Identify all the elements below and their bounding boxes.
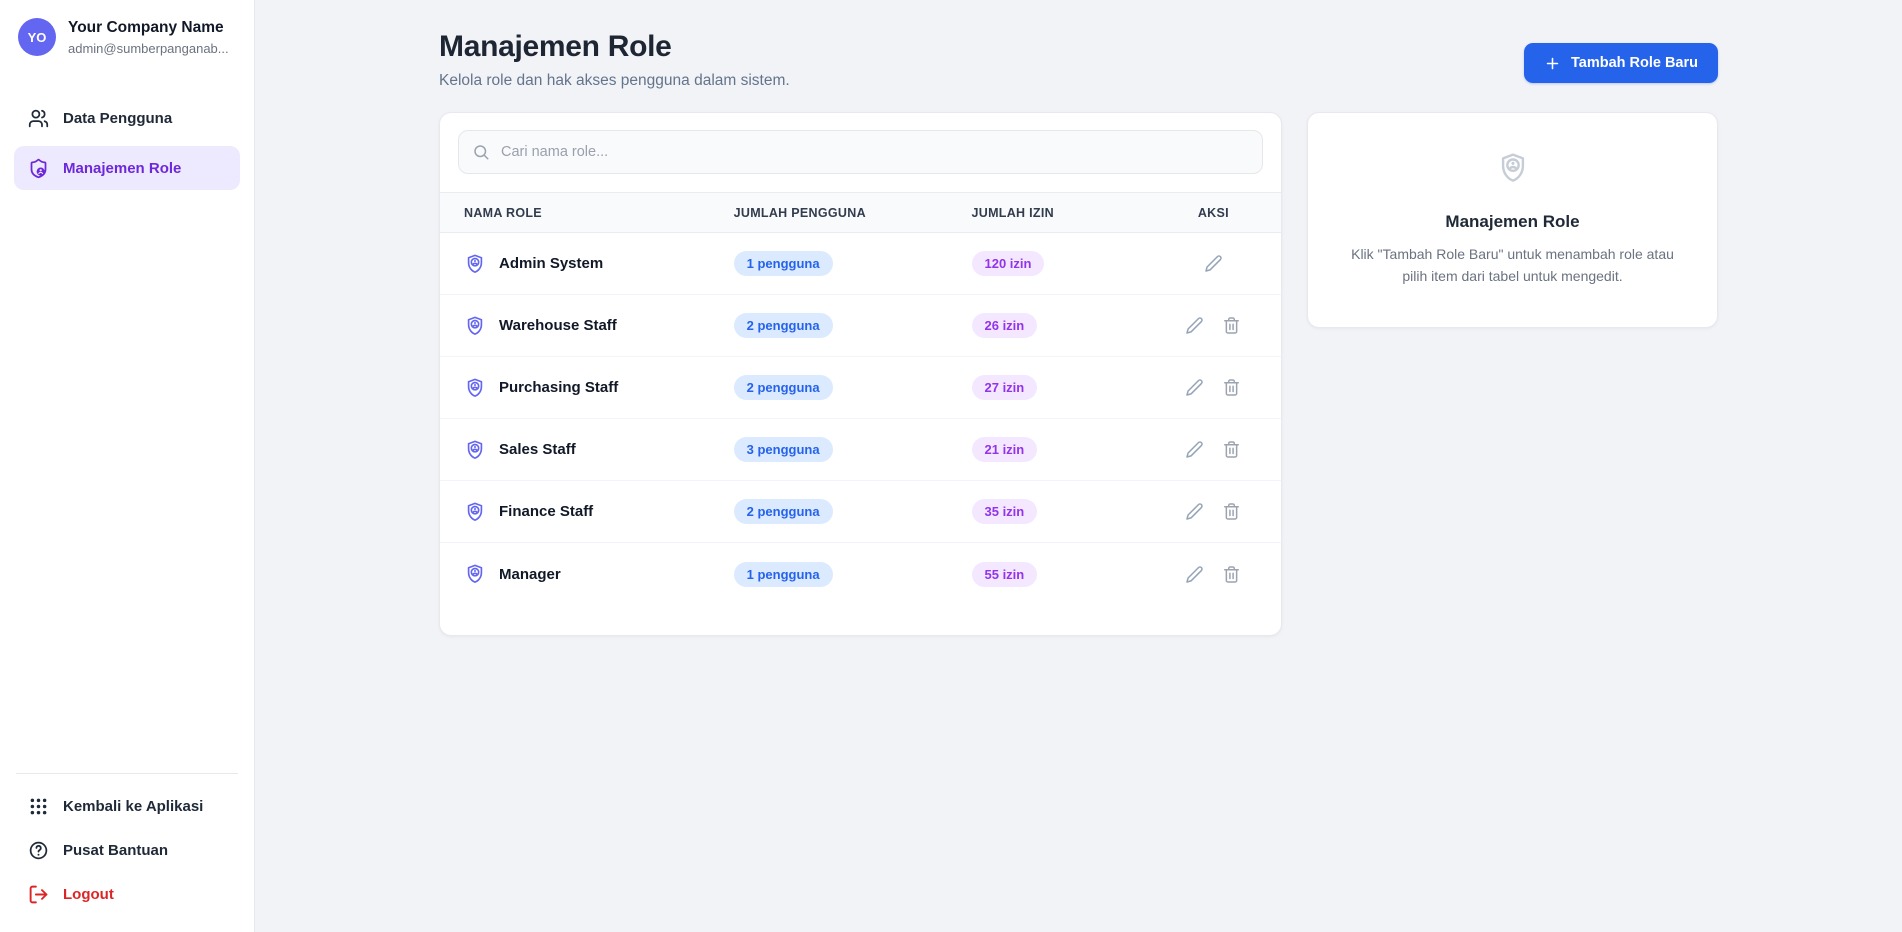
user-count-badge: 2 pengguna: [734, 313, 833, 338]
role-name: Manager: [499, 566, 561, 583]
edit-role-button[interactable]: [1183, 500, 1206, 523]
role-shield-icon: [464, 377, 486, 399]
role-name: Purchasing Staff: [499, 379, 618, 396]
page-title: Manajemen Role: [439, 30, 790, 64]
role-name: Sales Staff: [499, 441, 576, 458]
table-body: Admin System 1 pengguna 120 izin: [440, 233, 1281, 605]
permission-count-badge: 120 izin: [972, 251, 1045, 276]
main-area: Manajemen Role Kelola role dan hak akses…: [255, 0, 1902, 932]
shield-user-icon: [28, 158, 49, 179]
trash-icon: [1222, 378, 1241, 397]
table-row[interactable]: Admin System 1 pengguna 120 izin: [440, 233, 1281, 295]
add-role-button[interactable]: Tambah Role Baru: [1524, 43, 1718, 83]
page-subtitle: Kelola role dan hak akses pengguna dalam…: [439, 72, 790, 90]
role-table-card: NAMA ROLE JUMLAH PENGGUNA JUMLAH IZIN AK…: [439, 112, 1282, 636]
trash-icon: [1222, 565, 1241, 584]
column-header-aksi: AKSI: [1170, 206, 1257, 220]
detail-panel-description: Klik "Tambah Role Baru" untuk menambah r…: [1342, 244, 1683, 287]
delete-role-button[interactable]: [1220, 500, 1243, 523]
permission-count-badge: 55 izin: [972, 562, 1038, 587]
trash-icon: [1222, 502, 1241, 521]
permission-count-badge: 21 izin: [972, 437, 1038, 462]
search-input[interactable]: [458, 130, 1263, 174]
footer-item-label: Kembali ke Aplikasi: [63, 798, 203, 815]
pencil-icon: [1204, 254, 1223, 273]
sidebar-footer: Kembali ke Aplikasi Pusat Bantuan: [14, 763, 240, 916]
table-row[interactable]: Purchasing Staff 2 pengguna 27 izin: [440, 357, 1281, 419]
role-shield-icon: [464, 563, 486, 585]
pencil-icon: [1185, 440, 1204, 459]
sidebar: YO Your Company Name admin@sumberpangana…: [0, 0, 255, 932]
edit-role-button[interactable]: [1183, 314, 1206, 337]
table-row[interactable]: Warehouse Staff 2 pengguna 26 izin: [440, 295, 1281, 357]
table-row[interactable]: Sales Staff 3 pengguna 21 izin: [440, 419, 1281, 481]
user-count-badge: 2 pengguna: [734, 375, 833, 400]
company-name: Your Company Name: [68, 18, 229, 38]
sidebar-divider: [16, 773, 238, 774]
role-name: Warehouse Staff: [499, 317, 617, 334]
grid-icon: [28, 796, 49, 817]
search-bar: [458, 130, 1263, 174]
sidebar-item-label: Manajemen Role: [63, 160, 181, 177]
user-count-badge: 1 pengguna: [734, 251, 833, 276]
detail-panel-title: Manajemen Role: [1342, 212, 1683, 232]
footer-item-label: Pusat Bantuan: [63, 842, 168, 859]
permission-count-badge: 27 izin: [972, 375, 1038, 400]
delete-role-button[interactable]: [1220, 563, 1243, 586]
table-header: NAMA ROLE JUMLAH PENGGUNA JUMLAH IZIN AK…: [440, 192, 1281, 233]
role-shield-icon: [464, 253, 486, 275]
page-header: Manajemen Role Kelola role dan hak akses…: [439, 30, 1718, 90]
role-shield-icon: [464, 439, 486, 461]
pencil-icon: [1185, 565, 1204, 584]
user-email: admin@sumberpanganab...: [68, 41, 229, 56]
trash-icon: [1222, 316, 1241, 335]
role-detail-panel: Manajemen Role Klik "Tambah Role Baru" u…: [1307, 112, 1718, 328]
sidebar-item-data-pengguna[interactable]: Data Pengguna: [14, 96, 240, 140]
edit-role-button[interactable]: [1183, 563, 1206, 586]
user-count-badge: 3 pengguna: [734, 437, 833, 462]
add-role-button-label: Tambah Role Baru: [1571, 55, 1698, 71]
table-row[interactable]: Finance Staff 2 pengguna 35 izin: [440, 481, 1281, 543]
logout-icon: [28, 884, 49, 905]
column-header-jumlah-pengguna: JUMLAH PENGGUNA: [734, 206, 972, 220]
edit-role-button[interactable]: [1183, 376, 1206, 399]
column-header-jumlah-izin: JUMLAH IZIN: [972, 206, 1170, 220]
role-shield-icon: [464, 501, 486, 523]
help-center-link[interactable]: Pusat Bantuan: [14, 828, 240, 872]
shield-user-icon: [1496, 151, 1530, 185]
trash-icon: [1222, 440, 1241, 459]
role-name: Finance Staff: [499, 503, 593, 520]
search-icon: [472, 143, 490, 161]
user-count-badge: 1 pengguna: [734, 562, 833, 587]
plus-icon: [1544, 55, 1561, 72]
sidebar-item-label: Data Pengguna: [63, 110, 172, 127]
delete-role-button[interactable]: [1220, 314, 1243, 337]
role-shield-icon: [464, 315, 486, 337]
sidebar-item-manajemen-role[interactable]: Manajemen Role: [14, 146, 240, 190]
role-name: Admin System: [499, 255, 603, 272]
delete-role-button[interactable]: [1220, 376, 1243, 399]
app-root: YO Your Company Name admin@sumberpangana…: [0, 0, 1902, 932]
user-count-badge: 2 pengguna: [734, 499, 833, 524]
logout-button[interactable]: Logout: [14, 872, 240, 916]
user-card: YO Your Company Name admin@sumberpangana…: [14, 16, 240, 70]
column-header-nama-role: NAMA ROLE: [464, 206, 734, 220]
users-icon: [28, 108, 49, 129]
pencil-icon: [1185, 502, 1204, 521]
delete-role-button[interactable]: [1220, 438, 1243, 461]
pencil-icon: [1185, 378, 1204, 397]
edit-role-button[interactable]: [1183, 438, 1206, 461]
permission-count-badge: 26 izin: [972, 313, 1038, 338]
avatar: YO: [18, 18, 56, 56]
help-circle-icon: [28, 840, 49, 861]
footer-item-label: Logout: [63, 886, 114, 903]
back-to-app-link[interactable]: Kembali ke Aplikasi: [14, 784, 240, 828]
sidebar-nav: Data Pengguna Manajemen Role: [14, 96, 240, 190]
table-row[interactable]: Manager 1 pengguna 55 izin: [440, 543, 1281, 605]
permission-count-badge: 35 izin: [972, 499, 1038, 524]
pencil-icon: [1185, 316, 1204, 335]
edit-role-button[interactable]: [1202, 252, 1225, 275]
